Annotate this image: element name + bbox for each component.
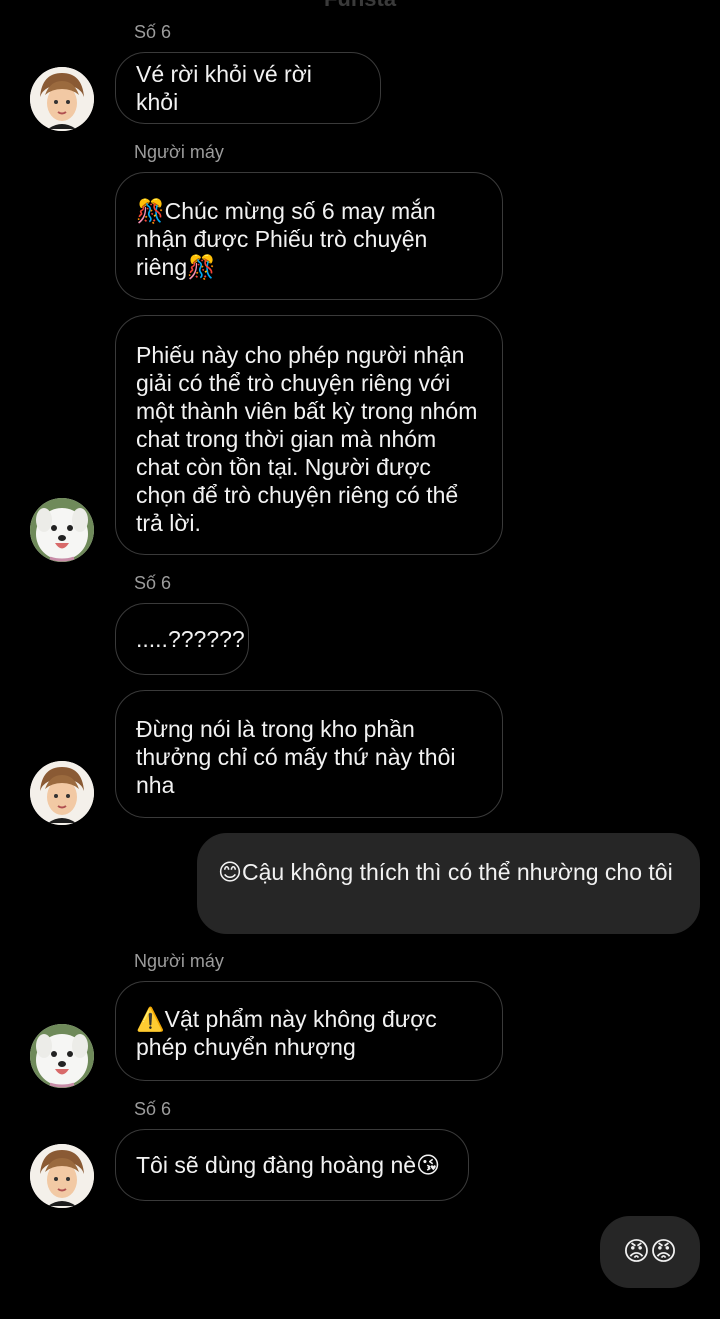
avatar-boy[interactable] (30, 67, 94, 131)
message-text: Tôi sẽ dùng đàng hoàng nè😘 (136, 1152, 441, 1178)
my-message-bubble[interactable]: 😊Cậu không thích thì có thể nhường cho t… (197, 833, 700, 934)
message-text: Phiếu này cho phép người nhận giải có th… (136, 342, 478, 536)
message-bubble[interactable]: Tôi sẽ dùng đàng hoàng nè😘 (115, 1129, 469, 1201)
sender-label: Số 6 (134, 22, 172, 42)
sender-label: Số 6 (134, 573, 172, 593)
message-bubble[interactable]: ⚠️Vật phẩm này không được phép chuyển nh… (115, 981, 503, 1081)
avatar-dog[interactable] (30, 498, 94, 562)
avatar-boy[interactable] (30, 761, 94, 825)
message-bubble[interactable]: Phiếu này cho phép người nhận giải có th… (115, 315, 503, 555)
sender-label: Số 6 (134, 1099, 172, 1119)
message-bubble[interactable]: 🎊Chúc mừng số 6 may mắn nhận được Phiếu … (115, 172, 503, 300)
sender-label: Người máy (134, 951, 224, 971)
message-text: 😊Cậu không thích thì có thể nhường cho t… (218, 859, 673, 885)
message-bubble[interactable]: .....?????? (115, 603, 249, 675)
message-text: ⚠️Vật phẩm này không được phép chuyển nh… (136, 1006, 437, 1060)
chat-title: Funsta (0, 0, 720, 12)
message-text: 😡😡 (622, 1237, 678, 1267)
my-message-bubble[interactable]: 😡😡 (600, 1216, 700, 1288)
message-bubble[interactable]: Vé rời khỏi vé rời khỏi (115, 52, 381, 124)
message-bubble[interactable]: Đừng nói là trong kho phần thưởng chỉ có… (115, 690, 503, 818)
avatar-boy[interactable] (30, 1144, 94, 1208)
sender-label: Người máy (134, 142, 224, 162)
message-text: .....?????? (136, 626, 245, 652)
message-text: Đừng nói là trong kho phần thưởng chỉ có… (136, 716, 456, 798)
message-text: 🎊Chúc mừng số 6 may mắn nhận được Phiếu … (136, 198, 436, 280)
avatar-dog[interactable] (30, 1024, 94, 1088)
message-text: Vé rời khỏi vé rời khỏi (136, 61, 312, 115)
